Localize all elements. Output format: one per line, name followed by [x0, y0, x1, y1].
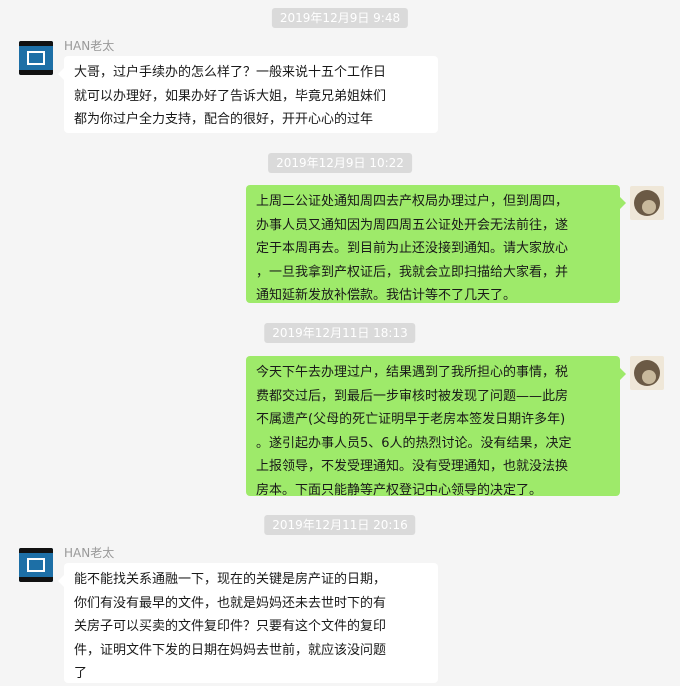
- message-line: 大哥，过户手续办的怎么样了？一般来说十五个工作日: [74, 65, 387, 80]
- timestamp: 2019年12月9日 10:22: [268, 153, 412, 173]
- message-line: 房本。下面只能静等产权登记中心领导的决定了。: [256, 482, 543, 498]
- message-line: 件，证明文件下发的日期在妈妈去世前，就应该没问题: [74, 642, 387, 658]
- message-line: ，一旦我拿到产权证后，我就会立即扫描给大家看，并: [256, 264, 569, 280]
- message-line: 今天下午去办理过户，结果遇到了我所担心的事情，税: [256, 365, 569, 380]
- message-line: 就可以办理好，如果办好了告诉大姐，毕竟兄弟姐妹们: [74, 88, 387, 104]
- message-bubble[interactable]: 今天下午去办理过户，结果遇到了我所担心的事情，税 费都交过后，到最后一步审核时被…: [246, 356, 626, 498]
- message-line: 费都交过后，到最后一步审核时被发现了问题——此房: [256, 388, 569, 404]
- han-avatar-icon[interactable]: [19, 548, 53, 582]
- message-bubble[interactable]: 上周二公证处通知周四去产权局办理过户，但到周四， 办事人员又通知因为周四周五公证…: [246, 185, 626, 303]
- sender-name: HAN老太: [64, 546, 115, 560]
- self-avatar-icon[interactable]: [630, 186, 664, 220]
- message-line: 不属遗产(父母的死亡证明早于老房本签发日期许多年): [256, 412, 566, 427]
- message-line: 能不能找关系通融一下，现在的关键是房产证的日期，: [74, 572, 387, 587]
- message-line: 定于本周再去。到目前为止还没接到通知。请大家放心: [256, 241, 569, 256]
- message-line: 都为你过户全力支持，配合的很好，开开心心的过年: [74, 112, 374, 127]
- message-bubble[interactable]: 能不能找关系通融一下，现在的关键是房产证的日期， 你们有没有最早的文件，也就是妈…: [58, 563, 438, 683]
- message-line: 关房子可以买卖的文件复印件？只要有这个文件的复印: [74, 619, 387, 634]
- message-line: 通知延新发放补偿款。我估计等不了几天了。: [256, 288, 517, 303]
- message-line: 了: [74, 666, 88, 681]
- message-line: 你们有没有最早的文件，也就是妈妈还未去世时下的有: [74, 595, 387, 611]
- timestamp: 2019年12月11日 20:16: [264, 515, 416, 535]
- han-avatar-icon[interactable]: [19, 41, 53, 75]
- message-line: 上报领导，不发受理通知。没有受理通知，也就没法换: [256, 459, 569, 474]
- timestamp: 2019年12月9日 9:48: [271, 8, 409, 28]
- message-line: 上周二公证处通知周四去产权局办理过户，但到周四，: [256, 194, 569, 209]
- sender-name: HAN老太: [64, 39, 115, 53]
- message-line: 办事人员又通知因为周四周五公证处开会无法前往，遂: [256, 217, 569, 233]
- message-bubble[interactable]: 大哥，过户手续办的怎么样了？一般来说十五个工作日 就可以办理好，如果办好了告诉大…: [58, 56, 438, 133]
- self-avatar-icon[interactable]: [630, 356, 664, 390]
- timestamp: 2019年12月11日 18:13: [264, 323, 416, 343]
- message-line: 。遂引起办事人员5、6人的热烈讨论。没有结果，决定: [256, 435, 572, 451]
